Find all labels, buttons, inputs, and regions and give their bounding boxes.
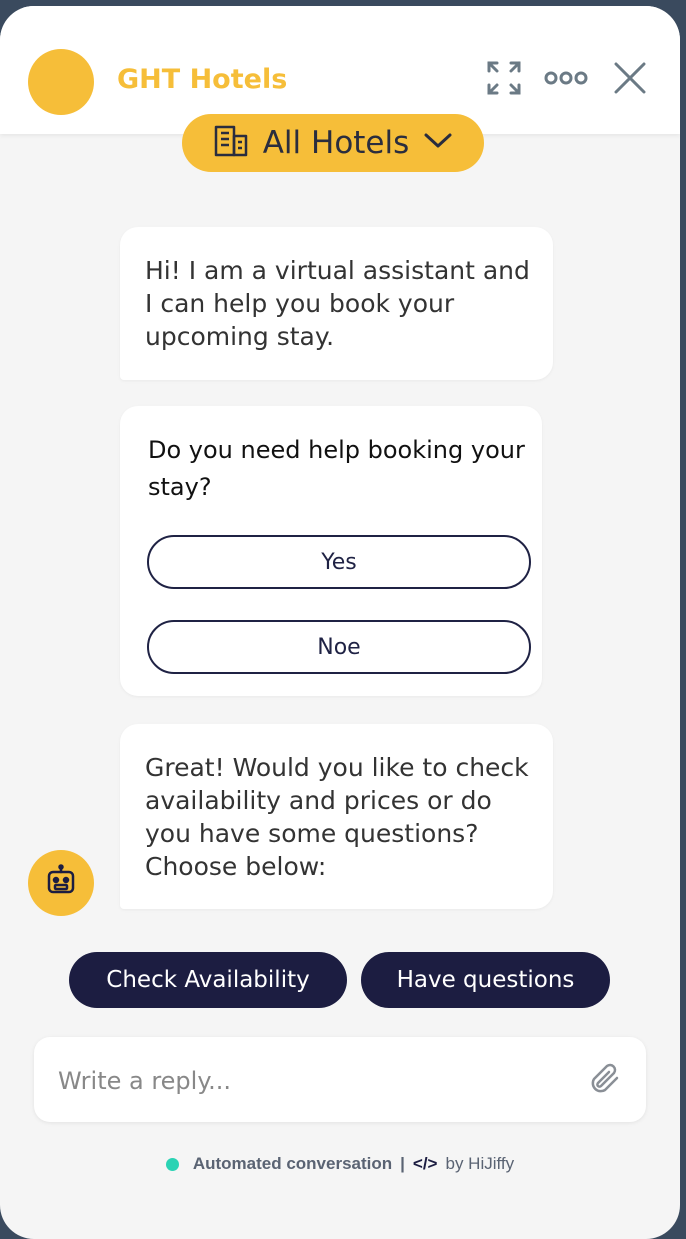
question-card: Do you need help booking your stay? Yes … bbox=[120, 406, 542, 696]
have-questions-button[interactable]: Have questions bbox=[361, 952, 610, 1008]
brand-logo bbox=[28, 49, 94, 115]
paperclip-icon[interactable] bbox=[588, 1061, 622, 1104]
option-yes-button[interactable]: Yes bbox=[147, 535, 531, 589]
option-no-button[interactable]: Noe bbox=[147, 620, 531, 674]
message-bubble-greeting: Hi! I am a virtual assistant and I can h… bbox=[120, 227, 553, 380]
close-icon[interactable] bbox=[610, 58, 650, 98]
question-title: Do you need help booking your stay? bbox=[148, 436, 525, 501]
expand-icon[interactable] bbox=[484, 58, 524, 98]
footer: Automated conversation | </> by HiJiffy bbox=[0, 1154, 680, 1174]
robot-icon bbox=[44, 863, 78, 903]
check-availability-button[interactable]: Check Availability bbox=[69, 952, 347, 1008]
hotel-selector[interactable]: All Hotels bbox=[182, 114, 484, 172]
brand-name: GHT Hotels bbox=[117, 64, 288, 95]
status-dot-icon bbox=[165, 1157, 179, 1171]
footer-status: Automated conversation bbox=[192, 1154, 393, 1173]
footer-by[interactable]: by HiJiffy bbox=[446, 1154, 515, 1174]
reply-composer bbox=[34, 1037, 646, 1124]
chat-widget: GHT Hotels All Hotels Hi! I am a virtual… bbox=[0, 6, 680, 1239]
bot-avatar bbox=[28, 850, 94, 916]
message-text: Hi! I am a virtual assistant and I can h… bbox=[145, 256, 530, 351]
footer-separator: | bbox=[400, 1154, 405, 1173]
reply-input[interactable] bbox=[56, 1037, 580, 1124]
message-bubble-followup: Great! Would you like to check availabil… bbox=[120, 724, 553, 909]
building-icon bbox=[213, 124, 249, 163]
more-icon[interactable] bbox=[544, 58, 588, 98]
code-icon: </> bbox=[412, 1154, 438, 1173]
chevron-down-icon bbox=[423, 132, 453, 155]
hotel-selector-label: All Hotels bbox=[262, 125, 410, 161]
message-text: Great! Would you like to check availabil… bbox=[145, 753, 529, 881]
